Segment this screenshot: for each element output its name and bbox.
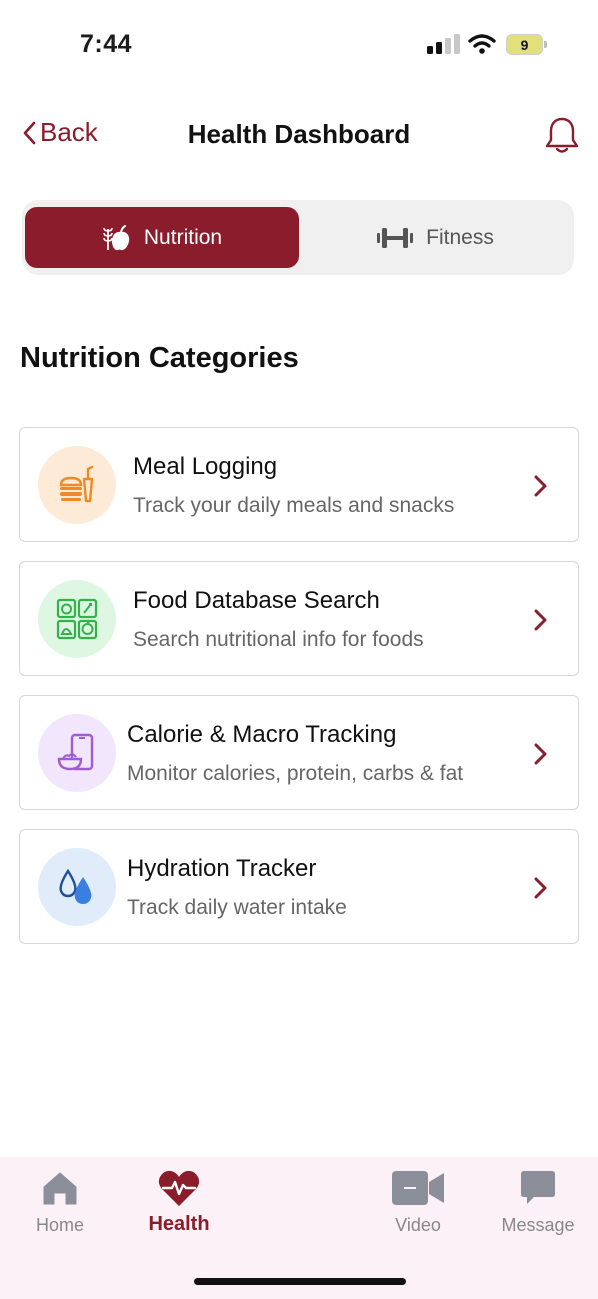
tab-fitness[interactable]: Fitness <box>299 207 571 268</box>
nav-health[interactable]: Health <box>129 1167 229 1236</box>
card-title: Hydration Tracker <box>127 855 317 882</box>
nav-health-label: Health <box>148 1213 210 1235</box>
card-subtitle: Monitor calories, protein, carbs & fat <box>127 762 464 785</box>
category-card-food-database-search[interactable]: Food Database Search Search nutritional … <box>19 561 579 676</box>
card-subtitle: Search nutritional info for foods <box>133 628 424 651</box>
meal-log-icon <box>38 446 116 524</box>
dumbbell-icon <box>377 227 414 248</box>
wifi-icon <box>468 34 496 54</box>
chevron-right-icon <box>534 743 547 765</box>
tab-nutrition[interactable]: Nutrition <box>25 207 299 268</box>
chevron-right-icon <box>534 877 547 899</box>
tab-nutrition-label: Nutrition <box>143 225 223 249</box>
chevron-right-icon <box>534 609 547 631</box>
food-database-icon <box>38 580 116 658</box>
nav-message-label: Message <box>501 1215 575 1235</box>
section-title: Nutrition Categories <box>20 342 299 374</box>
category-card-meal-logging[interactable]: Meal Logging Track your daily meals and … <box>19 427 579 542</box>
nutrition-fitness-toggle: Nutrition Fitness <box>22 200 574 275</box>
nav-video-label: Video <box>395 1215 441 1235</box>
apple-wheat-icon <box>103 224 130 250</box>
nav-video[interactable]: Video <box>368 1167 468 1236</box>
phone-bowl-icon <box>38 714 116 792</box>
nav-home[interactable]: Home <box>10 1167 110 1236</box>
heart-pulse-icon <box>158 1170 200 1206</box>
cellular-signal-icon <box>427 34 461 54</box>
battery-icon: 9 <box>506 34 548 55</box>
status-time: 7:44 <box>80 30 133 58</box>
card-title: Calorie & Macro Tracking <box>127 721 397 748</box>
nav-header: Back Health Dashboard <box>0 105 598 165</box>
category-card-hydration-tracker[interactable]: Hydration Tracker Track daily water inta… <box>19 829 579 944</box>
card-title: Food Database Search <box>133 587 380 614</box>
home-icon <box>43 1172 77 1205</box>
category-card-calorie-macro-tracking[interactable]: Calorie & Macro Tracking Monitor calorie… <box>19 695 579 810</box>
bell-icon[interactable] <box>544 115 580 155</box>
page-title: Health Dashboard <box>187 119 411 149</box>
tab-fitness-label: Fitness <box>426 225 494 249</box>
nav-home-label: Home <box>35 1215 84 1235</box>
nav-message[interactable]: Message <box>488 1167 588 1236</box>
home-indicator <box>194 1278 406 1285</box>
video-camera-icon <box>392 1171 444 1205</box>
card-title: Meal Logging <box>133 453 278 480</box>
battery-level: 9 <box>506 34 543 55</box>
chevron-right-icon <box>534 475 547 497</box>
card-subtitle: Track your daily meals and snacks <box>133 494 455 517</box>
status-bar: 7:44 9 <box>0 0 598 90</box>
card-subtitle: Track daily water intake <box>127 896 347 919</box>
message-bubble-icon <box>521 1171 555 1204</box>
water-drops-icon <box>38 848 116 926</box>
